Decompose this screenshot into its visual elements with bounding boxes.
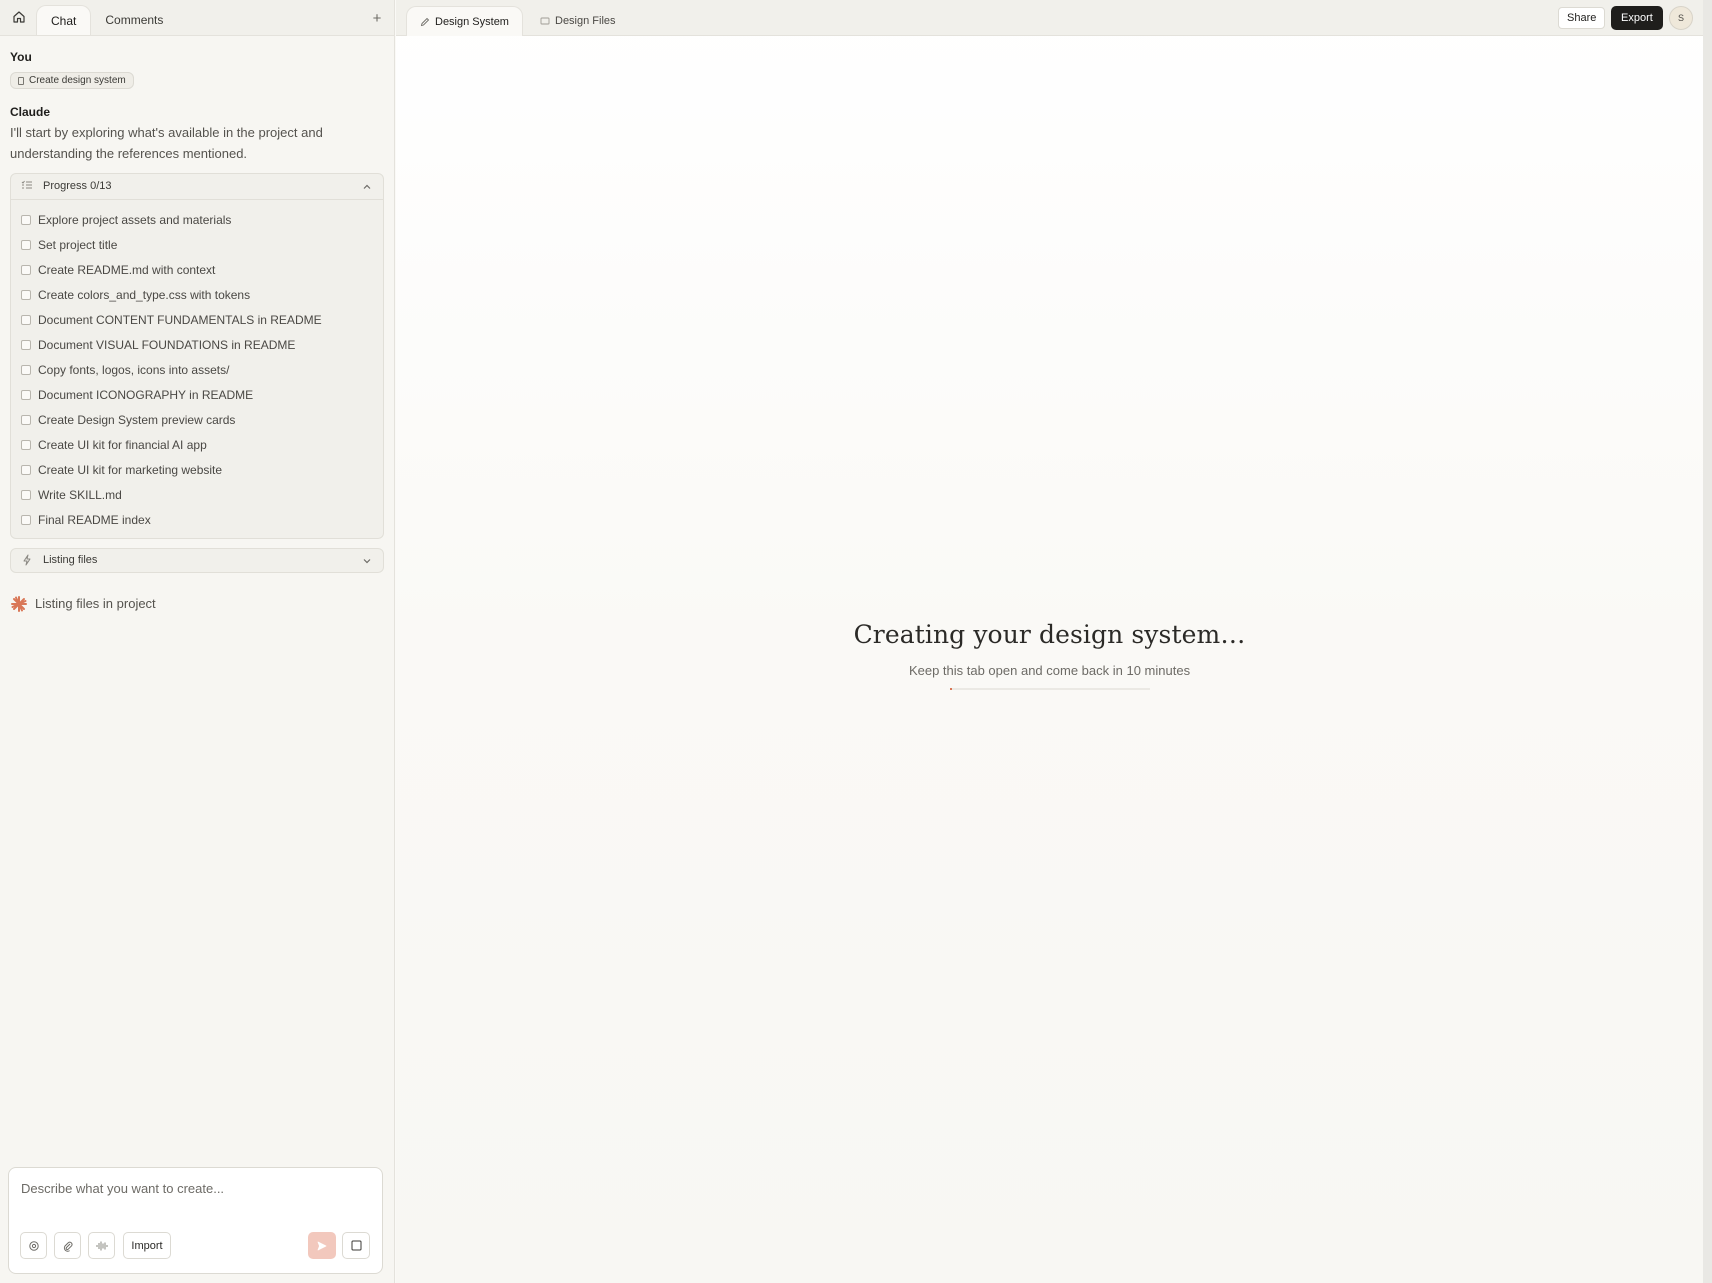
import-button[interactable]: Import — [123, 1232, 171, 1259]
plus-icon: + — [372, 9, 382, 27]
status-text: Listing files in project — [35, 596, 156, 611]
task-list: Explore project assets and materials Set … — [11, 200, 383, 538]
stop-icon — [351, 1240, 361, 1251]
assistant-name: Claude — [10, 104, 51, 119]
task-checkbox[interactable] — [21, 265, 31, 275]
task-checkbox[interactable] — [21, 365, 31, 375]
task-label: Create README.md with context — [38, 263, 216, 277]
send-button[interactable] — [308, 1232, 336, 1259]
task-label: Document ICONOGRAPHY in README — [38, 388, 254, 402]
task-item: Write SKILL.md — [21, 483, 373, 508]
task-item: Create UI kit for marketing website — [21, 458, 373, 483]
tool-call-listing-files[interactable]: Listing files — [10, 547, 384, 573]
spark-icon — [11, 595, 27, 612]
voice-button[interactable] — [88, 1232, 115, 1259]
task-checkbox[interactable] — [21, 340, 31, 350]
task-checkbox[interactable] — [21, 315, 31, 325]
loading-state: Creating your design system… Keep this t… — [396, 620, 1703, 690]
tab-design-files[interactable]: Design Files — [527, 6, 629, 36]
task-label: Create Design System preview cards — [38, 413, 236, 427]
target-icon — [28, 1240, 39, 1251]
checklist-icon — [21, 180, 33, 193]
sidebar-tab-bar: Chat Comments + — [0, 0, 394, 36]
home-icon — [13, 11, 25, 23]
paperclip-icon — [63, 1241, 72, 1252]
progress-header[interactable]: Progress 0/13 — [11, 174, 383, 200]
task-label: Set project title — [38, 238, 118, 252]
export-button[interactable]: Export — [1611, 6, 1663, 30]
chat-thread: You Create design system Claude I'll sta… — [0, 36, 394, 613]
tab-design-system[interactable]: Design System — [406, 6, 523, 36]
task-label: Write SKILL.md — [38, 488, 122, 502]
settings-button[interactable] — [20, 1232, 47, 1259]
task-label: Document VISUAL FOUNDATIONS in README — [38, 338, 296, 352]
task-item: Document CONTENT FUNDAMENTALS in README — [21, 308, 373, 333]
tool-call-label: Listing files — [43, 554, 98, 566]
assistant-message: I'll start by exploring what's available… — [10, 124, 323, 161]
task-checkbox[interactable] — [21, 290, 31, 300]
send-icon — [317, 1241, 327, 1250]
task-label: Final README index — [38, 513, 151, 527]
tab-comments[interactable]: Comments — [91, 5, 177, 35]
task-item: Create UI kit for financial AI app — [21, 433, 373, 458]
stop-button[interactable] — [342, 1232, 370, 1259]
task-label: Create UI kit for marketing website — [38, 463, 223, 477]
task-item: Explore project assets and materials — [21, 208, 373, 233]
user-name: You — [10, 50, 32, 64]
chevron-up-icon — [363, 184, 371, 189]
new-chat-button[interactable]: + — [368, 9, 386, 27]
tab-design-files-label: Design Files — [555, 15, 616, 27]
avatar[interactable]: S — [1669, 6, 1693, 30]
tab-chat[interactable]: Chat — [36, 5, 92, 35]
waveform-icon — [96, 1241, 107, 1250]
progress-label: Progress 0/13 — [43, 180, 112, 192]
task-checkbox[interactable] — [21, 490, 31, 500]
task-checkbox[interactable] — [21, 465, 31, 475]
user-prompt-label: Create design system — [29, 75, 126, 86]
task-item: Final README index — [21, 508, 373, 533]
attach-button[interactable] — [54, 1232, 81, 1259]
task-checkbox[interactable] — [21, 240, 31, 250]
tab-design-system-label: Design System — [435, 15, 509, 28]
loading-subline: Keep this tab open and come back in 10 m… — [908, 663, 1191, 678]
progress-panel: Progress 0/13 Explore project assets and… — [10, 172, 384, 539]
loading-progress-fill — [949, 688, 952, 690]
message-input[interactable] — [21, 1181, 366, 1196]
task-checkbox[interactable] — [21, 215, 31, 225]
task-label: Explore project assets and materials — [38, 213, 232, 227]
task-label: Copy fonts, logos, icons into assets/ — [38, 363, 230, 377]
folder-icon — [540, 17, 550, 25]
share-button[interactable]: Share — [1558, 7, 1606, 29]
window-scrollbar[interactable] — [1703, 0, 1712, 1283]
task-label: Create UI kit for financial AI app — [38, 438, 207, 452]
bolt-icon — [23, 554, 31, 566]
chevron-down-icon — [363, 558, 371, 563]
task-item: Create README.md with context — [21, 258, 373, 283]
preview-area: Design System Design Files Share Export … — [396, 0, 1703, 1283]
task-checkbox[interactable] — [21, 415, 31, 425]
task-checkbox[interactable] — [21, 515, 31, 525]
task-item: Document VISUAL FOUNDATIONS in README — [21, 333, 373, 358]
loading-headline: Creating your design system… — [853, 620, 1246, 649]
status-line: Listing files in project — [10, 595, 384, 613]
task-item: Create colors_and_type.css with tokens — [21, 283, 373, 308]
task-item: Copy fonts, logos, icons into assets/ — [21, 358, 373, 383]
message-composer: Import — [8, 1167, 383, 1274]
task-label: Document CONTENT FUNDAMENTALS in README — [38, 313, 322, 327]
user-prompt-chip[interactable]: Create design system — [10, 72, 134, 89]
chat-sidebar: Chat Comments + You Create design system… — [0, 0, 395, 1283]
task-label: Create colors_and_type.css with tokens — [38, 288, 251, 302]
document-icon — [18, 76, 24, 85]
task-item: Document ICONOGRAPHY in README — [21, 383, 373, 408]
home-button[interactable] — [8, 6, 30, 28]
pen-icon — [420, 17, 430, 26]
task-item: Set project title — [21, 233, 373, 258]
task-item: Create Design System preview cards — [21, 408, 373, 433]
loading-progress-bar — [949, 688, 1150, 690]
task-checkbox[interactable] — [21, 390, 31, 400]
preview-tab-bar: Design System Design Files Share Export … — [396, 0, 1703, 36]
task-checkbox[interactable] — [21, 440, 31, 450]
